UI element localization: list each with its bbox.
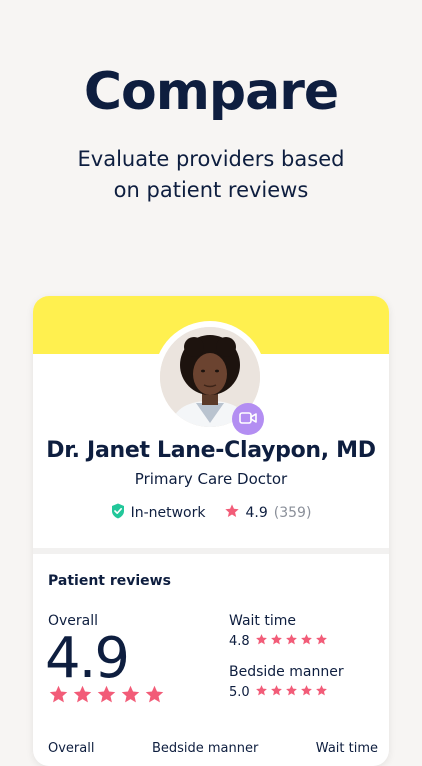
hero-subtitle-line-1: Evaluate providers based — [77, 147, 345, 171]
rating-value: 4.9 — [245, 505, 268, 521]
provider-rating: 4.9 (359) — [224, 503, 312, 523]
provider-name: Dr. Janet Lane-Claypon, MD — [46, 438, 376, 463]
star-icon — [315, 684, 328, 701]
bedside-stars — [255, 684, 328, 701]
star-icon — [144, 684, 165, 709]
star-icon — [300, 684, 313, 701]
shield-check-icon — [111, 503, 125, 523]
network-status: In-network — [111, 503, 206, 523]
wait-time-label: Wait time — [229, 613, 296, 629]
provider-specialty: Primary Care Doctor — [134, 470, 288, 488]
star-icon — [120, 684, 141, 709]
overall-value: 4.9 — [45, 626, 130, 691]
overall-stars — [48, 684, 165, 709]
star-icon — [285, 633, 298, 650]
wait-time-stars — [255, 633, 328, 650]
hero-title: Compare — [83, 62, 339, 122]
provider-meta: In-network 4.9 (359) — [33, 503, 389, 523]
column-overall[interactable]: Overall — [48, 741, 94, 756]
video-visit-badge — [232, 403, 264, 435]
wait-time-block: Wait time 4.8 — [229, 613, 328, 650]
star-icon — [48, 684, 69, 709]
star-icon — [96, 684, 117, 709]
column-bedside-manner[interactable]: Bedside manner — [152, 741, 258, 756]
star-icon — [315, 633, 328, 650]
star-icon — [285, 684, 298, 701]
provider-card[interactable]: Dr. Janet Lane-Claypon, MD Primary Care … — [33, 296, 389, 766]
reviews-title: Patient reviews — [48, 573, 171, 589]
bedside-block: Bedside manner 5.0 — [229, 664, 344, 701]
bedside-label: Bedside manner — [229, 664, 344, 680]
hero-subtitle-line-2: on patient reviews — [113, 178, 309, 202]
section-divider — [33, 548, 389, 554]
review-columns-header: Overall Bedside manner Wait time — [48, 741, 378, 756]
star-icon — [270, 684, 283, 701]
review-count: (359) — [273, 505, 312, 521]
star-icon — [255, 633, 268, 650]
network-label: In-network — [130, 505, 206, 521]
star-icon — [72, 684, 93, 709]
star-icon — [270, 633, 283, 650]
video-icon — [239, 410, 257, 429]
column-wait-time[interactable]: Wait time — [316, 741, 378, 756]
bedside-value: 5.0 — [229, 685, 250, 700]
star-icon — [255, 684, 268, 701]
star-icon — [300, 633, 313, 650]
wait-time-value: 4.8 — [229, 634, 250, 649]
star-icon — [224, 503, 240, 523]
hero-subtitle: Evaluate providers based on patient revi… — [0, 144, 422, 206]
